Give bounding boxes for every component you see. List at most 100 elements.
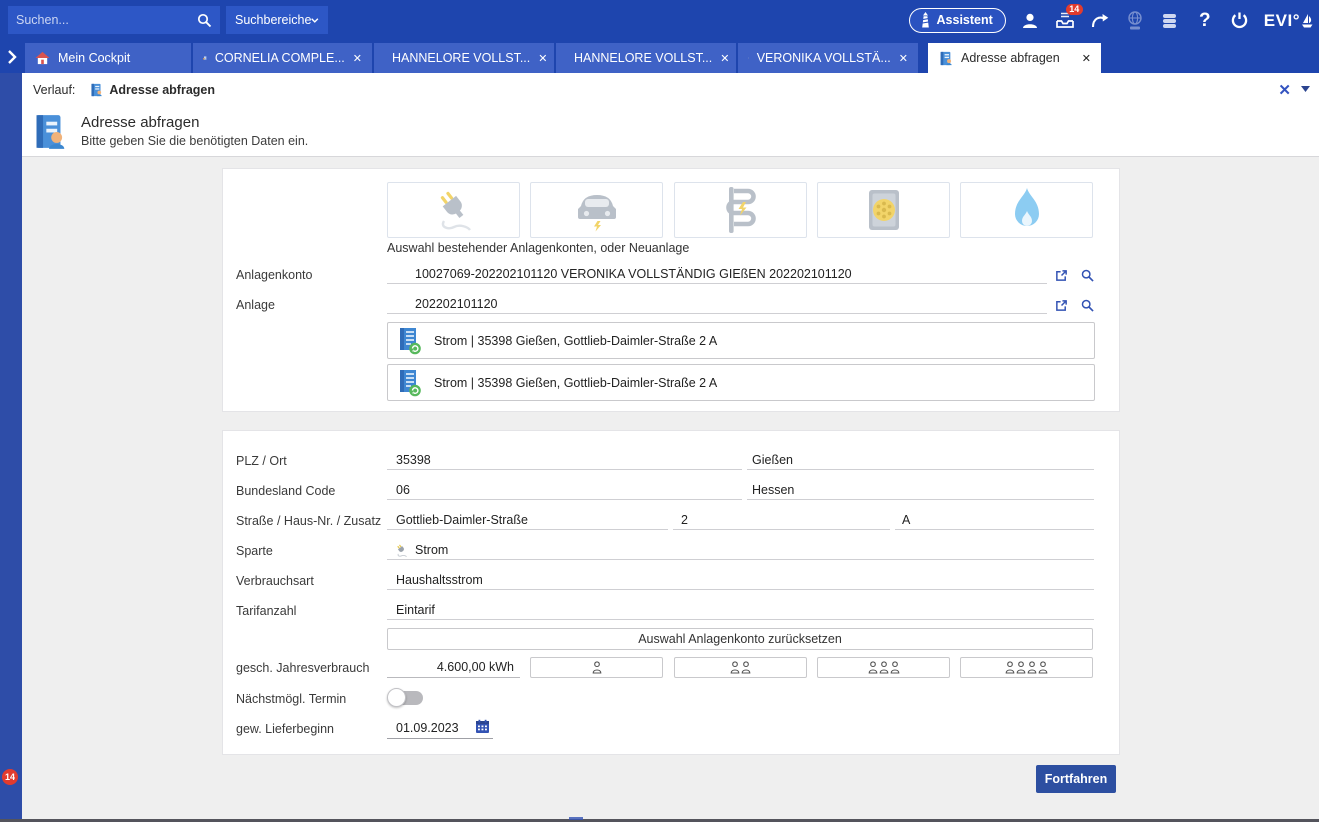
globe-icon[interactable]	[1124, 9, 1146, 33]
account-result-item[interactable]: Strom | 35398 Gießen, Gottlieb-Daimler-S…	[387, 322, 1095, 359]
reset-anlagenkonto-label: Auswahl Anlagenkonto zurücksetzen	[638, 632, 842, 646]
open-anlage-icon[interactable]	[1053, 297, 1069, 313]
page-subtitle: Bitte geben Sie die benötigten Daten ein…	[81, 134, 308, 148]
person-icon	[879, 661, 889, 674]
redo-arrow-icon[interactable]	[1089, 9, 1111, 33]
close-process-icon[interactable]: ✕	[1278, 81, 1291, 99]
persons-2-button[interactable]	[674, 657, 807, 678]
person-icon	[890, 661, 900, 674]
bundesland-underline	[747, 481, 1094, 500]
division-night-storage-button[interactable]	[817, 182, 950, 238]
contract-refresh-icon	[398, 327, 422, 355]
tab-close-icon[interactable]: ✕	[538, 52, 547, 65]
history-current-label: Adresse abfragen	[109, 83, 215, 97]
tab-close-icon[interactable]: ✕	[1082, 52, 1091, 65]
strasse-underline	[387, 511, 668, 530]
tab-close-icon[interactable]: ✕	[899, 52, 908, 65]
search-icon[interactable]	[197, 13, 212, 28]
search-scope-dropdown[interactable]: Suchbereiche	[226, 6, 328, 34]
person-icon	[1005, 661, 1015, 674]
history-current-step[interactable]: Adresse abfragen	[89, 83, 215, 97]
open-anlagenkonto-icon[interactable]	[1053, 267, 1069, 283]
division-electric-car-button[interactable]	[530, 182, 663, 238]
division-heating-coil-button[interactable]	[674, 182, 807, 238]
person-icon	[741, 661, 751, 674]
process-menu-caret-icon[interactable]	[1301, 86, 1310, 92]
tab-close-icon[interactable]: ✕	[353, 52, 362, 65]
address-book-icon	[938, 51, 953, 66]
electric-car-icon	[572, 188, 622, 232]
lighthouse-icon	[920, 12, 931, 28]
person-1-icon	[592, 661, 602, 674]
account-result-text: Strom | 35398 Gießen, Gottlieb-Daimler-S…	[434, 376, 717, 390]
tab-mein-cockpit[interactable]: Mein Cockpit	[25, 43, 191, 73]
reset-anlagenkonto-button[interactable]: Auswahl Anlagenkonto zurücksetzen	[387, 628, 1093, 650]
resize-handle[interactable]	[569, 817, 583, 820]
inbox-icon[interactable]: 14	[1054, 9, 1076, 33]
calendar-icon[interactable]	[475, 719, 490, 734]
history-label: Verlauf:	[33, 83, 75, 97]
person-icon	[730, 661, 740, 674]
tab-label: CORNELIA COMPLE...	[215, 51, 345, 65]
page-title: Adresse abfragen	[81, 114, 308, 131]
user-icon[interactable]	[1019, 9, 1041, 33]
rail-notification-badge[interactable]: 14	[2, 769, 18, 785]
tarifanzahl-label: Tarifanzahl	[236, 604, 296, 618]
anlage-underline	[387, 295, 1047, 314]
global-search[interactable]	[8, 6, 220, 34]
person-icon	[868, 661, 878, 674]
naechstmoegl-termin-label: Nächstmögl. Termin	[236, 692, 346, 706]
account-result-text: Strom | 35398 Gießen, Gottlieb-Daimler-S…	[434, 334, 717, 348]
division-power-plug-button[interactable]	[387, 182, 520, 238]
search-anlagenkonto-icon[interactable]	[1079, 267, 1095, 283]
customer-building-icon	[203, 51, 207, 65]
sparte-underline	[387, 541, 1094, 560]
database-icon[interactable]	[1159, 9, 1181, 33]
bundesland-code-underline	[387, 481, 742, 500]
lieferbeginn-input[interactable]: 01.09.2023	[396, 721, 459, 735]
person-icon	[1027, 661, 1037, 674]
help-icon[interactable]: ?	[1194, 9, 1216, 33]
home-icon	[35, 51, 50, 65]
evi-logo-text: EVI°	[1264, 11, 1300, 31]
sailboat-icon	[1301, 13, 1313, 30]
tab-cornelia[interactable]: CORNELIA COMPLE... ✕	[193, 43, 372, 73]
collapse-tabs-icon[interactable]	[7, 50, 17, 64]
search-input[interactable]	[8, 13, 197, 27]
inbox-badge: 14	[1066, 4, 1083, 16]
account-result-item[interactable]: Strom | 35398 Gießen, Gottlieb-Daimler-S…	[387, 364, 1095, 401]
bundesland-code-label: Bundesland Code	[236, 484, 335, 498]
top-bar: Suchbereiche Assistent 14	[0, 0, 1319, 41]
anlage-label: Anlage	[236, 298, 275, 312]
division-gas-flame-button[interactable]	[960, 182, 1093, 238]
power-plug-icon	[430, 189, 478, 231]
heating-coil-icon	[716, 187, 766, 233]
address-book-icon	[30, 113, 67, 150]
search-anlage-icon[interactable]	[1079, 297, 1095, 313]
sparte-label: Sparte	[236, 544, 273, 558]
tab-bar: Mein Cockpit CORNELIA COMPLE... ✕ HANNEL…	[0, 41, 1319, 73]
assistant-button[interactable]: Assistent	[909, 8, 1006, 33]
power-icon[interactable]	[1229, 9, 1251, 33]
tab-label: Mein Cockpit	[58, 51, 130, 65]
verbrauchsart-underline	[387, 571, 1094, 590]
tab-close-icon[interactable]: ✕	[720, 52, 729, 65]
naechstmoegl-termin-toggle[interactable]	[389, 691, 423, 705]
verbrauchsart-label: Verbrauchsart	[236, 574, 314, 588]
evi-logo: EVI°	[1264, 11, 1313, 31]
tab-veronika[interactable]: VERONIKA VOLLSTÄ... ✕	[738, 43, 918, 73]
tab-hannelore-1[interactable]: HANNELORE VOLLST... ✕	[374, 43, 554, 73]
persons-3-button[interactable]	[817, 657, 950, 678]
jahresverbrauch-input[interactable]: 4.600,00 kWh	[387, 657, 520, 678]
tab-hannelore-2[interactable]: HANNELORE VOLLST... ✕	[556, 43, 736, 73]
ort-underline	[747, 451, 1094, 470]
tab-adresse-abfragen[interactable]: Adresse abfragen ✕	[928, 43, 1101, 73]
persons-4-button[interactable]	[960, 657, 1093, 678]
fortfahren-button[interactable]: Fortfahren	[1036, 765, 1116, 793]
toggle-knob	[387, 688, 406, 707]
plz-underline	[387, 451, 742, 470]
lieferbeginn-label: gew. Lieferbeginn	[236, 722, 334, 736]
page-header: Adresse abfragen Bitte geben Sie die ben…	[22, 106, 1319, 157]
account-selection-hint: Auswahl bestehender Anlagenkonten, oder …	[387, 241, 689, 255]
persons-1-button[interactable]	[530, 657, 663, 678]
